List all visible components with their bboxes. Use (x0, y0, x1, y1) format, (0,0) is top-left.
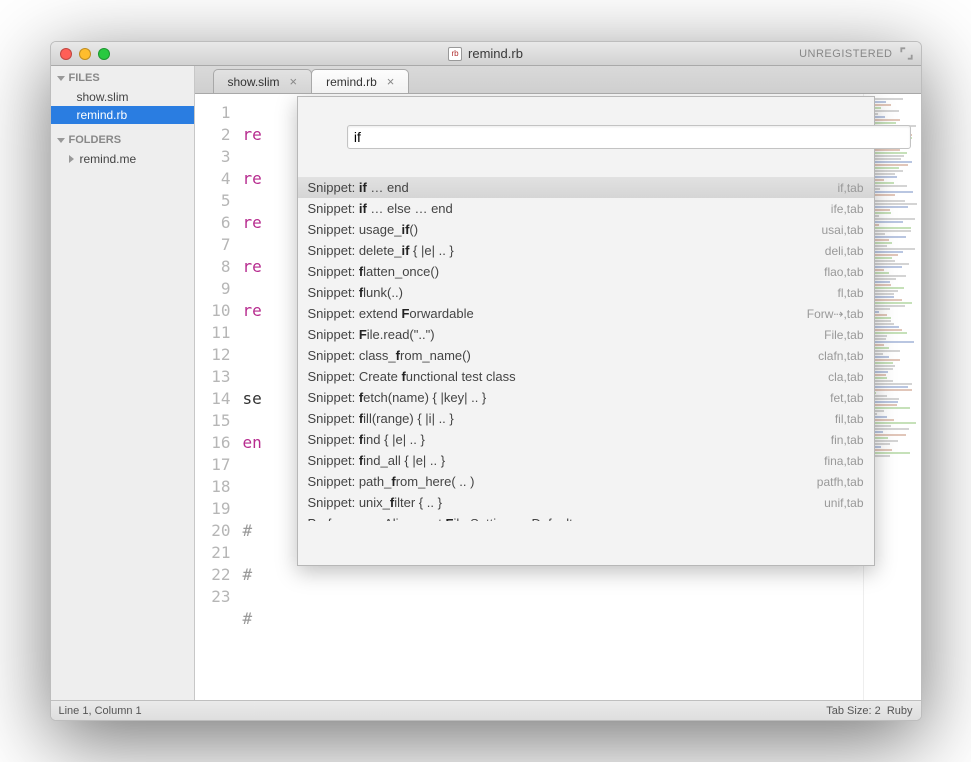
palette-item[interactable]: Snippet: flatten_once()flao,tab (298, 261, 874, 282)
disclosure-down-icon (57, 76, 65, 81)
title-text: remind.rb (468, 46, 523, 61)
editor-window: rb remind.rb UNREGISTERED FILES show.sli… (50, 41, 922, 721)
palette-item[interactable]: Snippet: delete_if { |e| .. }deli,tab (298, 240, 874, 261)
status-bar: Line 1, Column 1 Tab Size: 2 Ruby (51, 700, 921, 720)
close-icon[interactable] (60, 48, 72, 60)
sidebar-file-item[interactable]: show.slim (51, 88, 194, 106)
palette-item[interactable]: Snippet: unix_filter { .. }unif,tab (298, 492, 874, 513)
command-palette-list: Snippet: if … endif,tabSnippet: if … els… (298, 177, 874, 521)
command-palette-input[interactable] (347, 125, 911, 149)
sidebar-folders-header[interactable]: FOLDERS (51, 128, 194, 150)
line-number: 13 (195, 366, 231, 388)
line-number: 8 (195, 256, 231, 278)
palette-item[interactable]: Snippet: class_from_name()clafn,tab (298, 345, 874, 366)
palette-item[interactable]: Snippet: if … endif,tab (298, 177, 874, 198)
line-number: 18 (195, 476, 231, 498)
sidebar-files-header[interactable]: FILES (51, 66, 194, 88)
close-tab-icon[interactable]: × (387, 75, 395, 88)
tab[interactable]: remind.rb × (311, 69, 409, 93)
minimize-icon[interactable] (79, 48, 91, 60)
sidebar: FILES show.slim remind.rb FOLDERS remind… (51, 66, 195, 700)
line-number: 22 (195, 564, 231, 586)
palette-item[interactable]: Snippet: Create functional test classcla… (298, 366, 874, 387)
palette-item[interactable]: Snippet: find_all { |e| .. }fina,tab (298, 450, 874, 471)
zoom-icon[interactable] (98, 48, 110, 60)
line-number: 21 (195, 542, 231, 564)
ruby-file-icon: rb (448, 47, 462, 61)
palette-item[interactable]: Snippet: extend ForwardableForw⇢,tab (298, 303, 874, 324)
palette-item[interactable]: Snippet: fetch(name) { |key| .. }fet,tab (298, 387, 874, 408)
line-number: 6 (195, 212, 231, 234)
line-number: 17 (195, 454, 231, 476)
editor-area[interactable]: 1234567891011121314151617181920212223 re… (195, 94, 921, 700)
palette-item[interactable]: Snippet: find { |e| .. }fin,tab (298, 429, 874, 450)
palette-item[interactable]: Preferences: Alignment File Settings – D… (298, 513, 874, 521)
disclosure-down-icon (57, 138, 65, 143)
line-number: 9 (195, 278, 231, 300)
fullscreen-icon[interactable] (900, 47, 913, 60)
line-number: 19 (195, 498, 231, 520)
tab-bar: show.slim × remind.rb × (195, 66, 921, 94)
disclosure-right-icon (69, 155, 74, 163)
line-number: 1 (195, 102, 231, 124)
window-title: rb remind.rb (51, 46, 921, 61)
status-tabsize[interactable]: Tab Size: 2 (826, 705, 880, 717)
line-number: 3 (195, 146, 231, 168)
status-position: Line 1, Column 1 (59, 705, 142, 717)
palette-item[interactable]: Snippet: flunk(..)fl,tab (298, 282, 874, 303)
line-number: 15 (195, 410, 231, 432)
command-palette: Snippet: if … endif,tabSnippet: if … els… (297, 96, 875, 566)
titlebar: rb remind.rb UNREGISTERED (51, 42, 921, 66)
line-number: 2 (195, 124, 231, 146)
palette-item[interactable]: Snippet: File.read("..")File,tab (298, 324, 874, 345)
tab[interactable]: show.slim × (213, 69, 313, 93)
line-number: 11 (195, 322, 231, 344)
status-right: Tab Size: 2 Ruby (826, 705, 912, 717)
line-number: 4 (195, 168, 231, 190)
close-tab-icon[interactable]: × (290, 75, 298, 88)
status-syntax[interactable]: Ruby (887, 705, 913, 717)
line-number: 7 (195, 234, 231, 256)
palette-item[interactable]: Snippet: path_from_here( .. )patfh,tab (298, 471, 874, 492)
code-surface[interactable]: re re re re re se en # # # Da S class No… (239, 94, 863, 700)
line-number: 12 (195, 344, 231, 366)
line-number-gutter: 1234567891011121314151617181920212223 (195, 94, 239, 700)
palette-item[interactable]: Snippet: fill(range) { |i| .. }fil,tab (298, 408, 874, 429)
line-number: 14 (195, 388, 231, 410)
line-number: 5 (195, 190, 231, 212)
sidebar-folder-item[interactable]: remind.me (51, 150, 194, 168)
line-number: 10 (195, 300, 231, 322)
line-number: 23 (195, 586, 231, 608)
sidebar-file-item[interactable]: remind.rb (51, 106, 194, 124)
line-number: 16 (195, 432, 231, 454)
palette-item[interactable]: Snippet: usage_if()usai,tab (298, 219, 874, 240)
license-badge: UNREGISTERED (799, 48, 892, 60)
traffic-lights (51, 48, 110, 60)
line-number: 20 (195, 520, 231, 542)
palette-item[interactable]: Snippet: if … else … endife,tab (298, 198, 874, 219)
